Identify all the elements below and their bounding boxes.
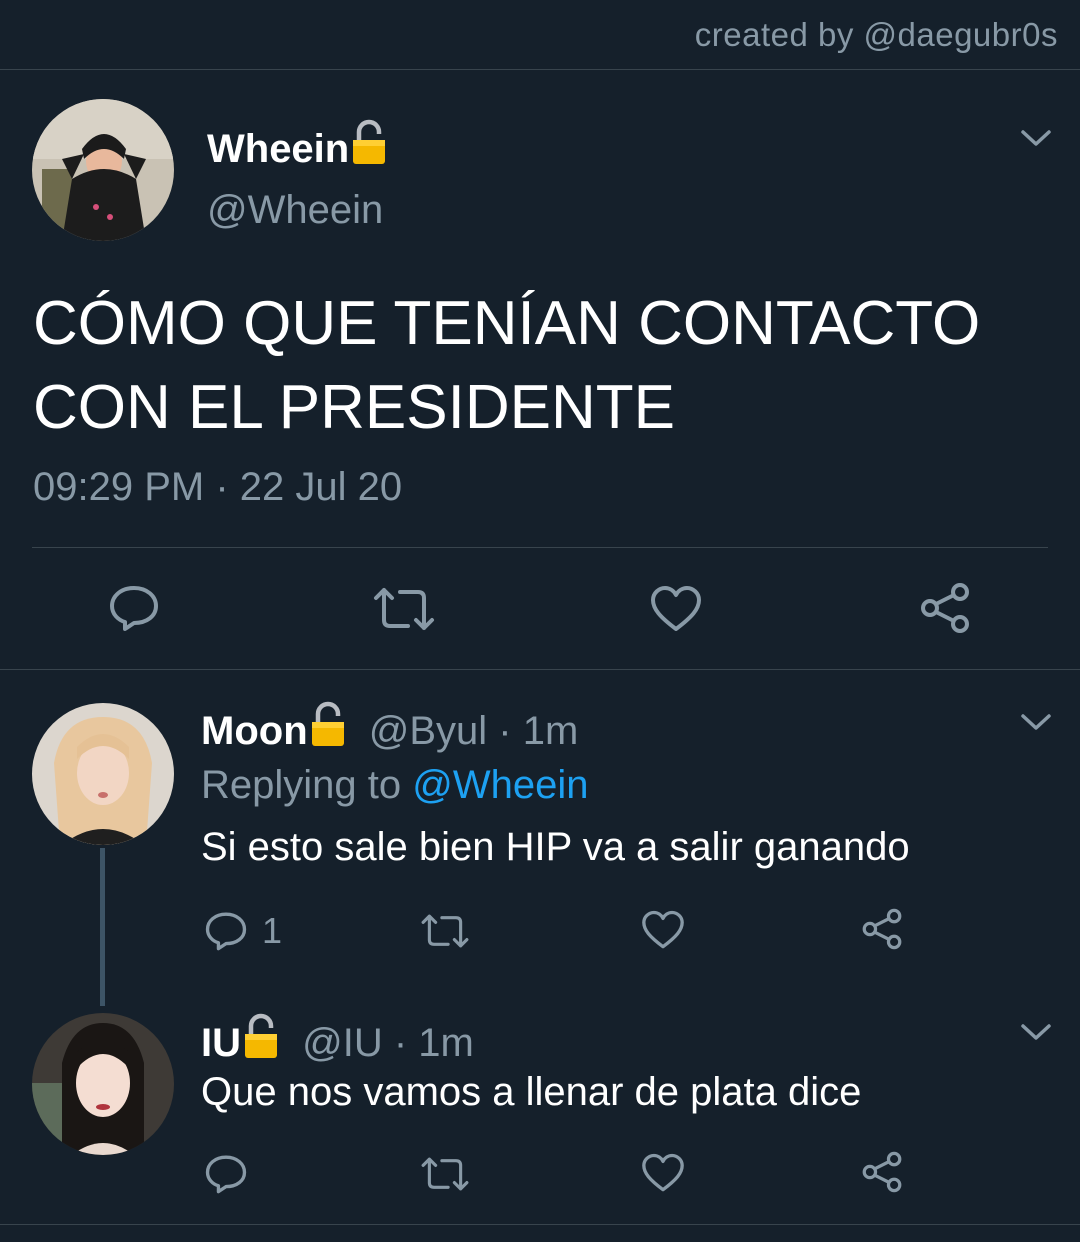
reply-icon	[110, 586, 158, 631]
avatar-iu[interactable]	[32, 1013, 174, 1155]
display-name[interactable]: Wheein	[207, 118, 389, 176]
relative-time: · 1m	[393, 1021, 474, 1065]
handle[interactable]: @Byul	[369, 709, 487, 753]
share-icon	[862, 908, 902, 950]
mention-link[interactable]: @Wheein	[412, 763, 588, 807]
like-button[interactable]	[641, 910, 685, 950]
avatar-wheein[interactable]	[32, 99, 174, 241]
timestamp[interactable]: 09:29 PM · 22 Jul 20	[33, 465, 402, 510]
lock-icon	[308, 700, 348, 758]
reply-button[interactable]	[108, 583, 160, 633]
thread-connector	[100, 848, 105, 1006]
reply-header: IU @IU · 1m	[201, 1012, 474, 1070]
retweet-button[interactable]	[420, 1155, 470, 1193]
heart-icon	[651, 586, 701, 631]
replying-to: Replying to @Wheein	[201, 763, 589, 807]
heart-icon	[642, 1153, 684, 1192]
like-button[interactable]	[641, 1153, 685, 1193]
handle[interactable]: @Wheein	[207, 188, 383, 233]
share-button[interactable]	[860, 1151, 904, 1193]
retweet-button[interactable]	[372, 586, 436, 632]
display-name[interactable]: Moon	[201, 709, 308, 753]
chevron-down-icon[interactable]	[1020, 128, 1052, 148]
lock-icon	[241, 1012, 281, 1070]
reply-icon	[205, 1155, 247, 1194]
divider	[0, 69, 1080, 70]
heart-icon	[642, 910, 684, 949]
reply-count: 1	[262, 910, 283, 951]
chevron-down-icon[interactable]	[1020, 712, 1052, 732]
retweet-icon	[421, 1157, 469, 1191]
tweet-text: Si esto sale bien HIP va a salir ganando	[201, 825, 910, 869]
tweet-text: CÓMO QUE TENÍAN CONTACTO CON EL PRESIDEN…	[33, 289, 981, 442]
divider	[32, 547, 1048, 548]
lock-icon	[349, 118, 389, 176]
chevron-down-icon[interactable]	[1020, 1022, 1052, 1042]
share-button[interactable]	[860, 908, 904, 950]
share-icon	[862, 1151, 902, 1193]
relative-time: · 1m	[498, 709, 579, 753]
display-name[interactable]: IU	[201, 1021, 241, 1065]
reply-icon	[205, 912, 247, 951]
credit-text: created by @daegubr0s	[694, 16, 1058, 53]
reply-header: Moon @Byul · 1m	[201, 700, 578, 758]
share-button[interactable]	[918, 582, 972, 634]
divider	[0, 669, 1080, 670]
retweet-icon	[374, 588, 434, 630]
divider	[0, 1224, 1080, 1225]
reply-button[interactable]: 1	[204, 910, 282, 952]
handle[interactable]: @IU	[302, 1021, 383, 1065]
avatar-moon[interactable]	[32, 703, 174, 845]
retweet-icon	[421, 914, 469, 948]
retweet-button[interactable]	[420, 912, 470, 950]
share-icon	[921, 583, 969, 633]
tweet-text: Que nos vamos a llenar de plata dice	[201, 1070, 862, 1114]
like-button[interactable]	[650, 585, 702, 633]
reply-button[interactable]	[204, 1153, 248, 1195]
